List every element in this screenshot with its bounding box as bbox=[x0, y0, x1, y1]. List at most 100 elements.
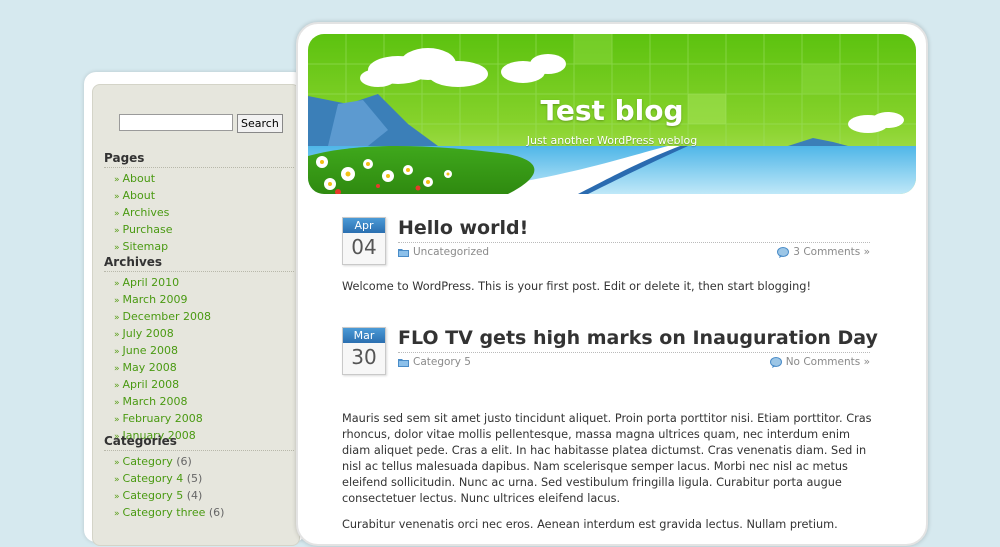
post-month: Mar bbox=[343, 328, 385, 343]
category-link[interactable]: Category three bbox=[123, 506, 206, 519]
archive-link[interactable]: March 2009 bbox=[123, 293, 188, 306]
arrow-bullet-icon: » bbox=[114, 492, 120, 502]
category-count: (6) bbox=[176, 455, 192, 468]
date-calendar-icon: Mar 30 bbox=[342, 327, 386, 375]
list-item: » Sitemap bbox=[104, 239, 294, 256]
category-count: (5) bbox=[186, 472, 203, 485]
post-month: Apr bbox=[343, 218, 385, 233]
post-content: Mauris sed sem sit amet justo tincidunt … bbox=[342, 411, 872, 543]
categories-heading: Categories bbox=[104, 434, 294, 451]
post-category-link[interactable]: Category 5 bbox=[413, 356, 471, 368]
pages-widget: Pages » About » About » Archives » Purchase … bbox=[104, 151, 294, 256]
post-meta: Uncategorized 3 Comments » bbox=[398, 242, 870, 260]
arrow-bullet-icon: » bbox=[114, 330, 120, 340]
search-form: Search bbox=[119, 114, 283, 133]
arrow-bullet-icon: » bbox=[114, 243, 120, 253]
post-paragraph: Curabitur venenatis orci nec eros. Aenea… bbox=[342, 518, 838, 531]
folder-icon bbox=[398, 359, 409, 367]
comments-link[interactable]: 3 Comments » bbox=[793, 246, 870, 258]
archive-link[interactable]: April 2008 bbox=[123, 378, 180, 391]
post-meta: Category 5 No Comments » bbox=[398, 352, 870, 370]
category-count: (6) bbox=[208, 506, 225, 519]
archive-link[interactable]: April 2010 bbox=[123, 276, 180, 289]
archive-link[interactable]: May 2008 bbox=[123, 361, 177, 374]
comment-bubble-icon bbox=[769, 356, 782, 368]
archives-heading: Archives bbox=[104, 255, 294, 272]
list-item: » March 2008 bbox=[104, 394, 294, 411]
arrow-bullet-icon: » bbox=[114, 347, 120, 357]
post-category-link[interactable]: Uncategorized bbox=[413, 246, 489, 258]
categories-widget: Categories » Category (6) » Category 4 (5)… bbox=[104, 434, 294, 522]
list-item: » Archives bbox=[104, 205, 294, 222]
sidebar-frame: Search Pages » About » About » Archives » Pu… bbox=[84, 72, 306, 546]
list-item: » About bbox=[104, 188, 294, 205]
category-link[interactable]: Category 4 bbox=[123, 472, 184, 485]
arrow-bullet-icon: » bbox=[114, 398, 120, 408]
arrow-bullet-icon: » bbox=[114, 364, 120, 374]
page-link[interactable]: Purchase bbox=[123, 223, 173, 236]
archive-link[interactable]: June 2008 bbox=[123, 344, 178, 357]
list-item: » June 2008 bbox=[104, 343, 294, 360]
arrow-bullet-icon: » bbox=[114, 279, 120, 289]
post-paragraph: Welcome to WordPress. This is your first… bbox=[342, 280, 811, 293]
archive-link[interactable]: February 2008 bbox=[123, 412, 203, 425]
archive-link[interactable]: March 2008 bbox=[123, 395, 188, 408]
post-title[interactable]: Hello world! bbox=[398, 217, 528, 239]
post-comments: 3 Comments » bbox=[777, 246, 870, 258]
blog-post: Mar 30 FLO TV gets high marks on Inaugur… bbox=[342, 327, 878, 547]
comment-bubble-icon bbox=[777, 246, 790, 258]
list-item: » December 2008 bbox=[104, 309, 294, 326]
post-content: Welcome to WordPress. This is your first… bbox=[342, 279, 872, 305]
list-item: » Category 5 (4) bbox=[104, 488, 294, 505]
arrow-bullet-icon: » bbox=[114, 175, 120, 185]
list-item: » February 2008 bbox=[104, 411, 294, 428]
list-item: » July 2008 bbox=[104, 326, 294, 343]
search-button[interactable]: Search bbox=[237, 114, 283, 133]
arrow-bullet-icon: » bbox=[114, 226, 120, 236]
post-category: Category 5 bbox=[398, 356, 471, 368]
arrow-bullet-icon: » bbox=[114, 192, 120, 202]
list-item: » April 2010 bbox=[104, 275, 294, 292]
arrow-bullet-icon: » bbox=[114, 209, 120, 219]
category-link[interactable]: Category bbox=[123, 455, 173, 468]
post-day: 30 bbox=[351, 345, 377, 369]
pages-heading: Pages bbox=[104, 151, 294, 168]
page-link[interactable]: About bbox=[123, 189, 156, 202]
blog-post: Apr 04 Hello world! Uncategorized 3 Comm… bbox=[342, 217, 872, 307]
sidebar: Search Pages » About » About » Archives » Pu… bbox=[92, 84, 300, 546]
category-count: (4) bbox=[186, 489, 203, 502]
arrow-bullet-icon: » bbox=[114, 415, 120, 425]
page-link[interactable]: Sitemap bbox=[123, 240, 169, 253]
comments-link[interactable]: No Comments » bbox=[786, 356, 870, 368]
main-content-frame: Test blog Just another WordPress weblog … bbox=[296, 22, 928, 546]
list-item: » Category three (6) bbox=[104, 505, 294, 522]
arrow-bullet-icon: » bbox=[114, 313, 120, 323]
list-item: » About bbox=[104, 171, 294, 188]
post-paragraph: Mauris sed sem sit amet justo tincidunt … bbox=[342, 412, 872, 505]
post-title[interactable]: FLO TV gets high marks on Inauguration D… bbox=[398, 327, 878, 349]
page-link[interactable]: About bbox=[123, 172, 156, 185]
blog-tagline: Just another WordPress weblog bbox=[526, 134, 698, 147]
search-input[interactable] bbox=[119, 114, 233, 131]
blog-header: Test blog Just another WordPress weblog bbox=[308, 34, 916, 194]
arrow-bullet-icon: » bbox=[114, 458, 120, 468]
list-item: » May 2008 bbox=[104, 360, 294, 377]
folder-icon bbox=[398, 249, 409, 257]
list-item: » April 2008 bbox=[104, 377, 294, 394]
list-item: » Category 4 (5) bbox=[104, 471, 294, 488]
post-day: 04 bbox=[351, 235, 377, 259]
arrow-bullet-icon: » bbox=[114, 296, 120, 306]
post-comments: No Comments » bbox=[769, 356, 870, 368]
list-item: » Purchase bbox=[104, 222, 294, 239]
page-link[interactable]: Archives bbox=[123, 206, 170, 219]
arrow-bullet-icon: » bbox=[114, 475, 120, 485]
arrow-bullet-icon: » bbox=[114, 381, 120, 391]
archive-link[interactable]: December 2008 bbox=[123, 310, 212, 323]
post-category: Uncategorized bbox=[398, 246, 489, 258]
archive-link[interactable]: July 2008 bbox=[123, 327, 174, 340]
category-link[interactable]: Category 5 bbox=[123, 489, 184, 502]
date-calendar-icon: Apr 04 bbox=[342, 217, 386, 265]
blog-title[interactable]: Test blog bbox=[308, 94, 916, 127]
archives-widget: Archives » April 2010 » March 2009 » Decemb… bbox=[104, 255, 294, 445]
list-item: » Category (6) bbox=[104, 454, 294, 471]
